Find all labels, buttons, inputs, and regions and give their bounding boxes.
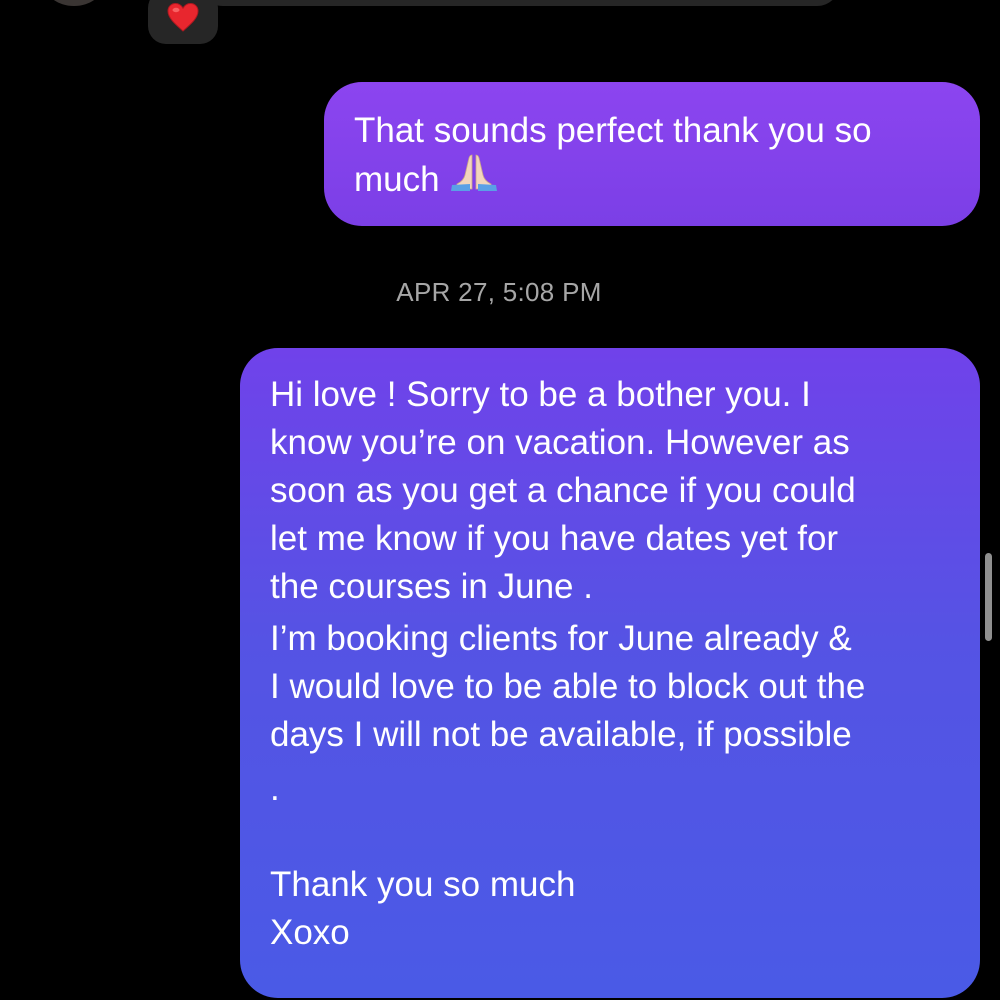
message-text-line: the courses in June .	[270, 567, 593, 606]
outgoing-message-bubble[interactable]: That sounds perfect thank you so much	[324, 82, 980, 226]
scrollbar[interactable]	[985, 553, 992, 641]
message-text-line: much	[354, 154, 960, 208]
message-text-line: .	[270, 769, 280, 808]
message-text-line: days I will not be available, if possibl…	[270, 715, 852, 754]
message-text-line: I’m booking clients for June already &	[270, 619, 852, 658]
outgoing-message-bubble[interactable]: Hi love ! Sorry to be a bother you. I kn…	[240, 348, 980, 998]
message-timestamp: APR 27, 5:08 PM	[396, 277, 602, 307]
message-text-line: Hi love ! Sorry to be a bother you. I	[270, 375, 811, 414]
message-text-line: know you’re on vacation. However as	[270, 423, 850, 462]
message-text-line: Xoxo	[270, 913, 350, 952]
message-text-line: let me know if you have dates yet for	[270, 519, 839, 558]
message-text-line: I would love to be able to block out the	[270, 667, 866, 706]
sender-avatar[interactable]	[44, 0, 104, 6]
folded-hands-icon	[448, 151, 500, 204]
heart-icon	[167, 2, 199, 32]
incoming-message-bubble[interactable]	[200, 0, 840, 6]
heart-reaction[interactable]	[148, 0, 218, 44]
message-text-line: That sounds perfect thank you so	[354, 111, 872, 150]
message-text-line: Thank you so much	[270, 865, 576, 904]
message-text-line: soon as you get a chance if you could	[270, 471, 856, 510]
